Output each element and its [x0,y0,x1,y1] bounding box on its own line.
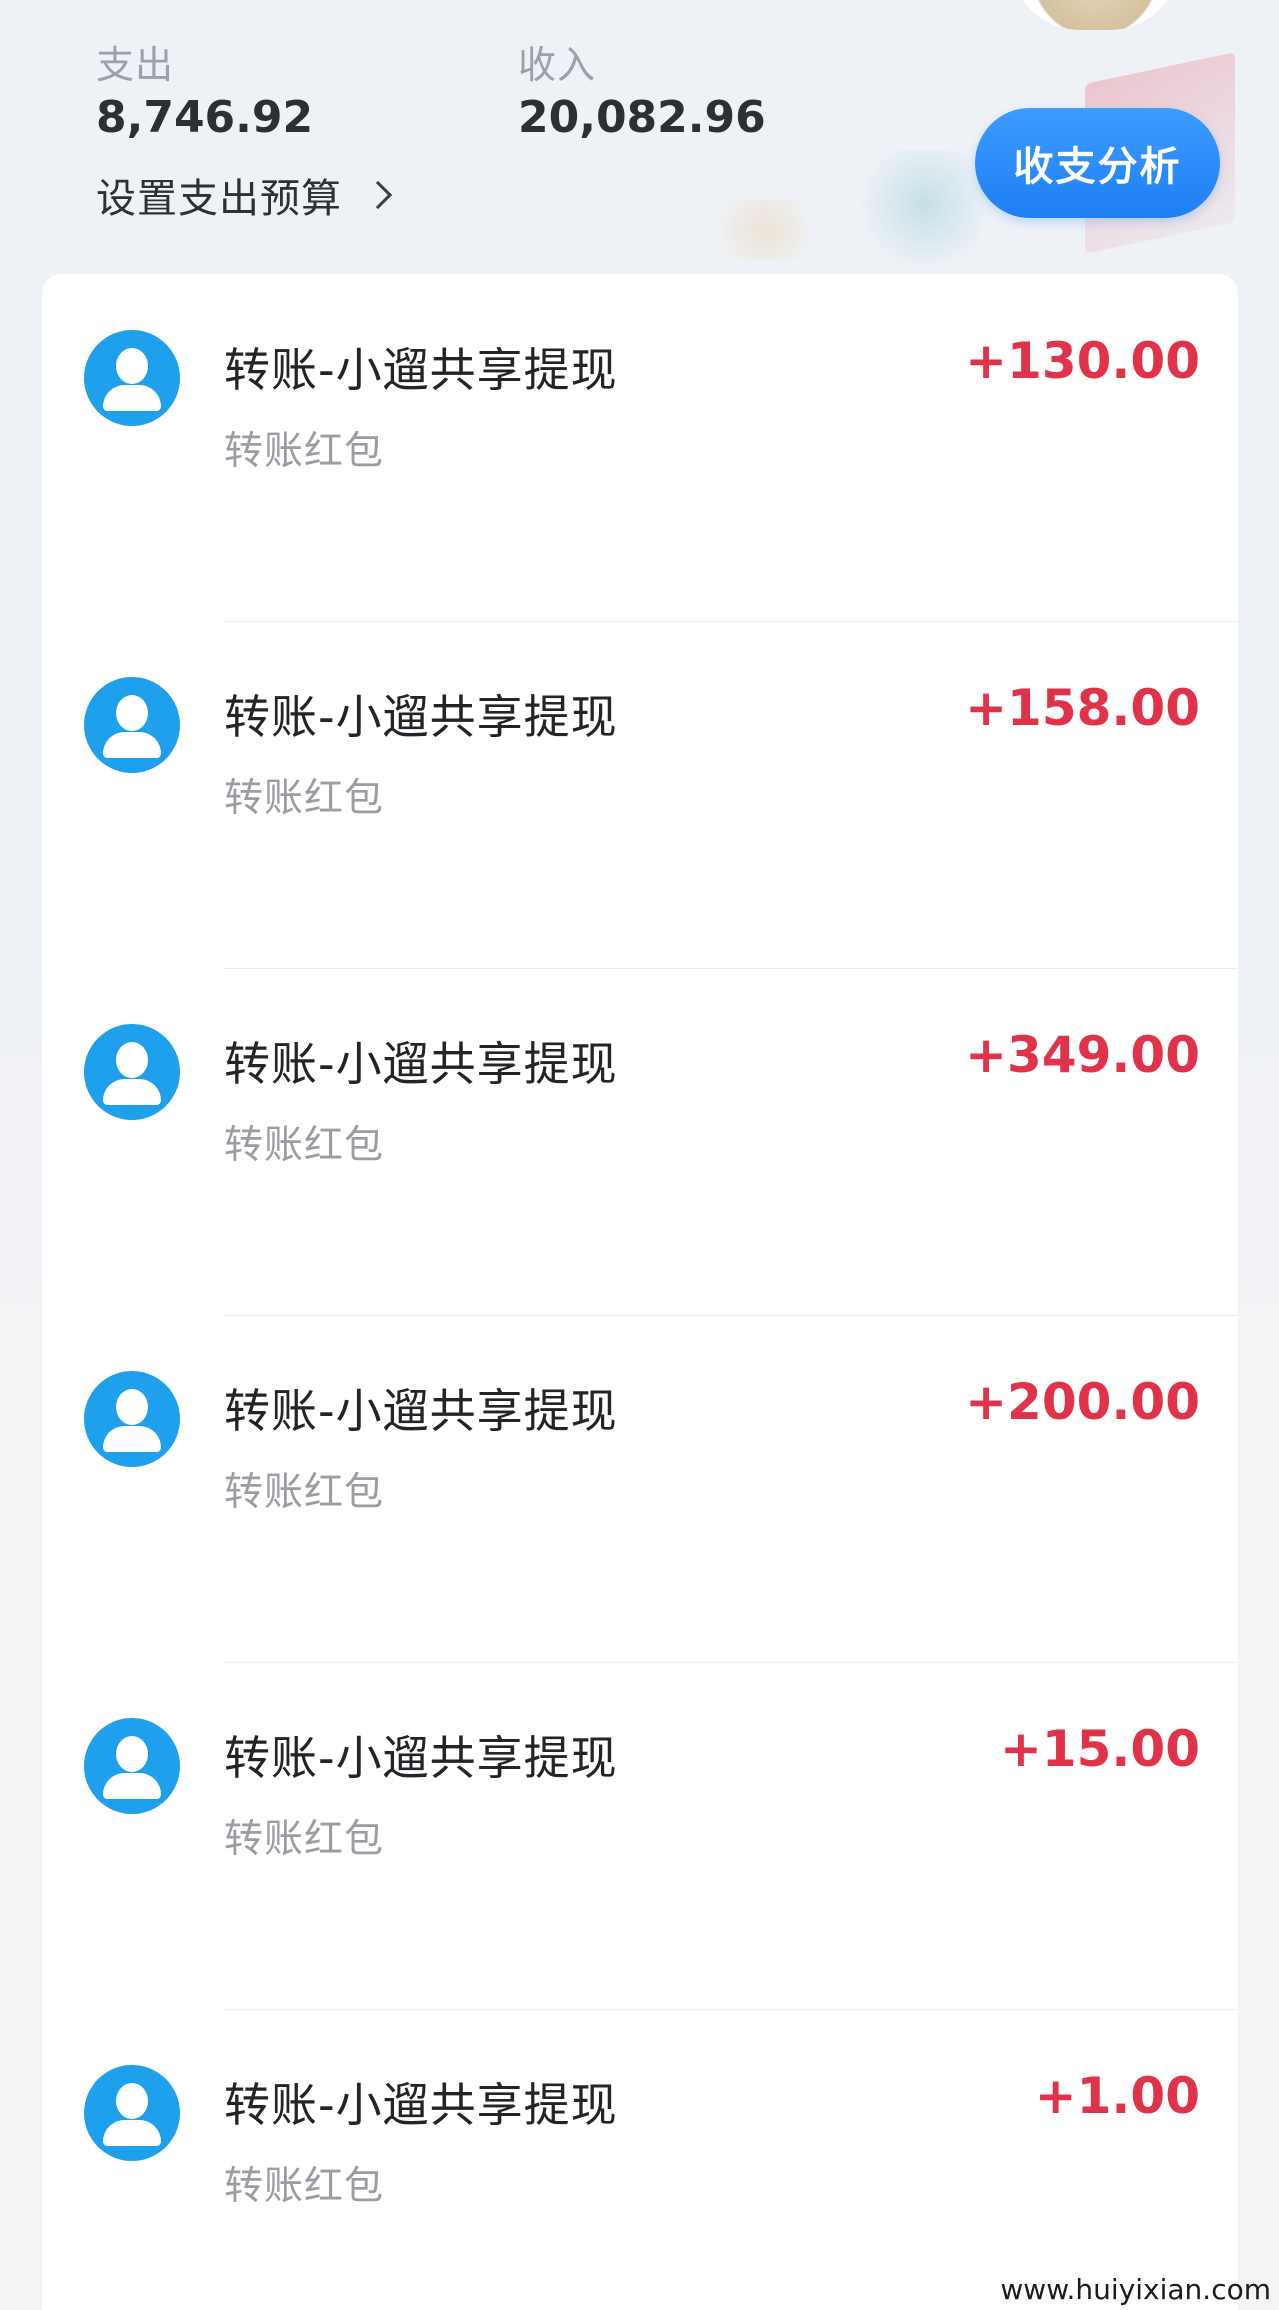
summary-header: 支出 8,746.92 收入 20,082.96 设置支出预算 收支分析 [0,0,1279,280]
transaction-row[interactable]: 转账-小遛共享提现 转账红包 +158.00 [42,621,1238,968]
transaction-row[interactable]: 转账-小遛共享提现 转账红包 +1.00 [42,2009,1238,2310]
transaction-amount: +200.00 [965,1373,1200,1431]
user-avatar-icon [84,677,180,773]
transaction-amount: +15.00 [999,1720,1200,1778]
income-label: 收入 [518,43,597,87]
transaction-row[interactable]: 转账-小遛共享提现 转账红包 +200.00 [42,1315,1238,1662]
user-avatar-icon [84,2065,180,2161]
transaction-subtitle: 转账红包 [224,1123,385,1168]
transaction-title: 转账-小遛共享提现 [224,1037,618,1091]
expense-label: 支出 [96,43,175,87]
row-divider [224,1315,1238,1316]
transaction-row[interactable]: 转账-小遛共享提现 转账红包 +15.00 [42,1662,1238,2009]
user-profile-avatar[interactable] [1010,0,1180,30]
transaction-subtitle: 转账红包 [224,1470,385,1515]
income-value: 20,082.96 [518,92,766,143]
transaction-title: 转账-小遛共享提现 [224,2078,618,2132]
user-avatar-icon [84,330,180,426]
transaction-title: 转账-小遛共享提现 [224,1731,618,1785]
transaction-title: 转账-小遛共享提现 [224,1384,618,1438]
transaction-subtitle: 转账红包 [224,2164,385,2209]
user-avatar-icon [84,1718,180,1814]
transaction-subtitle: 转账红包 [224,429,385,474]
transaction-amount: +130.00 [965,332,1200,390]
transaction-row[interactable]: 转账-小遛共享提现 转账红包 +130.00 [42,274,1238,621]
transaction-amount: +349.00 [965,1026,1200,1084]
row-divider [224,621,1238,622]
row-divider [224,1662,1238,1663]
income-expense-analysis-button[interactable]: 收支分析 [975,108,1220,218]
transaction-amount: +1.00 [1034,2067,1200,2125]
user-avatar-icon [84,1024,180,1120]
user-avatar-icon [84,1371,180,1467]
watermark-text: www.huiyixian.com [1000,2273,1271,2306]
row-divider [224,2009,1238,2010]
transaction-title: 转账-小遛共享提现 [224,343,618,397]
transaction-title: 转账-小遛共享提现 [224,690,618,744]
decorative-illustration [855,150,995,270]
transaction-list: 转账-小遛共享提现 转账红包 +130.00 转账-小遛共享提现 转账红包 +1… [42,274,1238,2310]
row-divider [224,968,1238,969]
decorative-illustration [700,200,830,260]
chevron-right-icon [363,180,393,210]
set-budget-link[interactable]: 设置支出预算 [96,166,393,224]
transaction-subtitle: 转账红包 [224,1817,385,1862]
transaction-row[interactable]: 转账-小遛共享提现 转账红包 +349.00 [42,968,1238,1315]
set-budget-label: 设置支出预算 [96,176,342,222]
expense-value: 8,746.92 [96,92,314,143]
transaction-subtitle: 转账红包 [224,776,385,821]
transaction-amount: +158.00 [965,679,1200,737]
